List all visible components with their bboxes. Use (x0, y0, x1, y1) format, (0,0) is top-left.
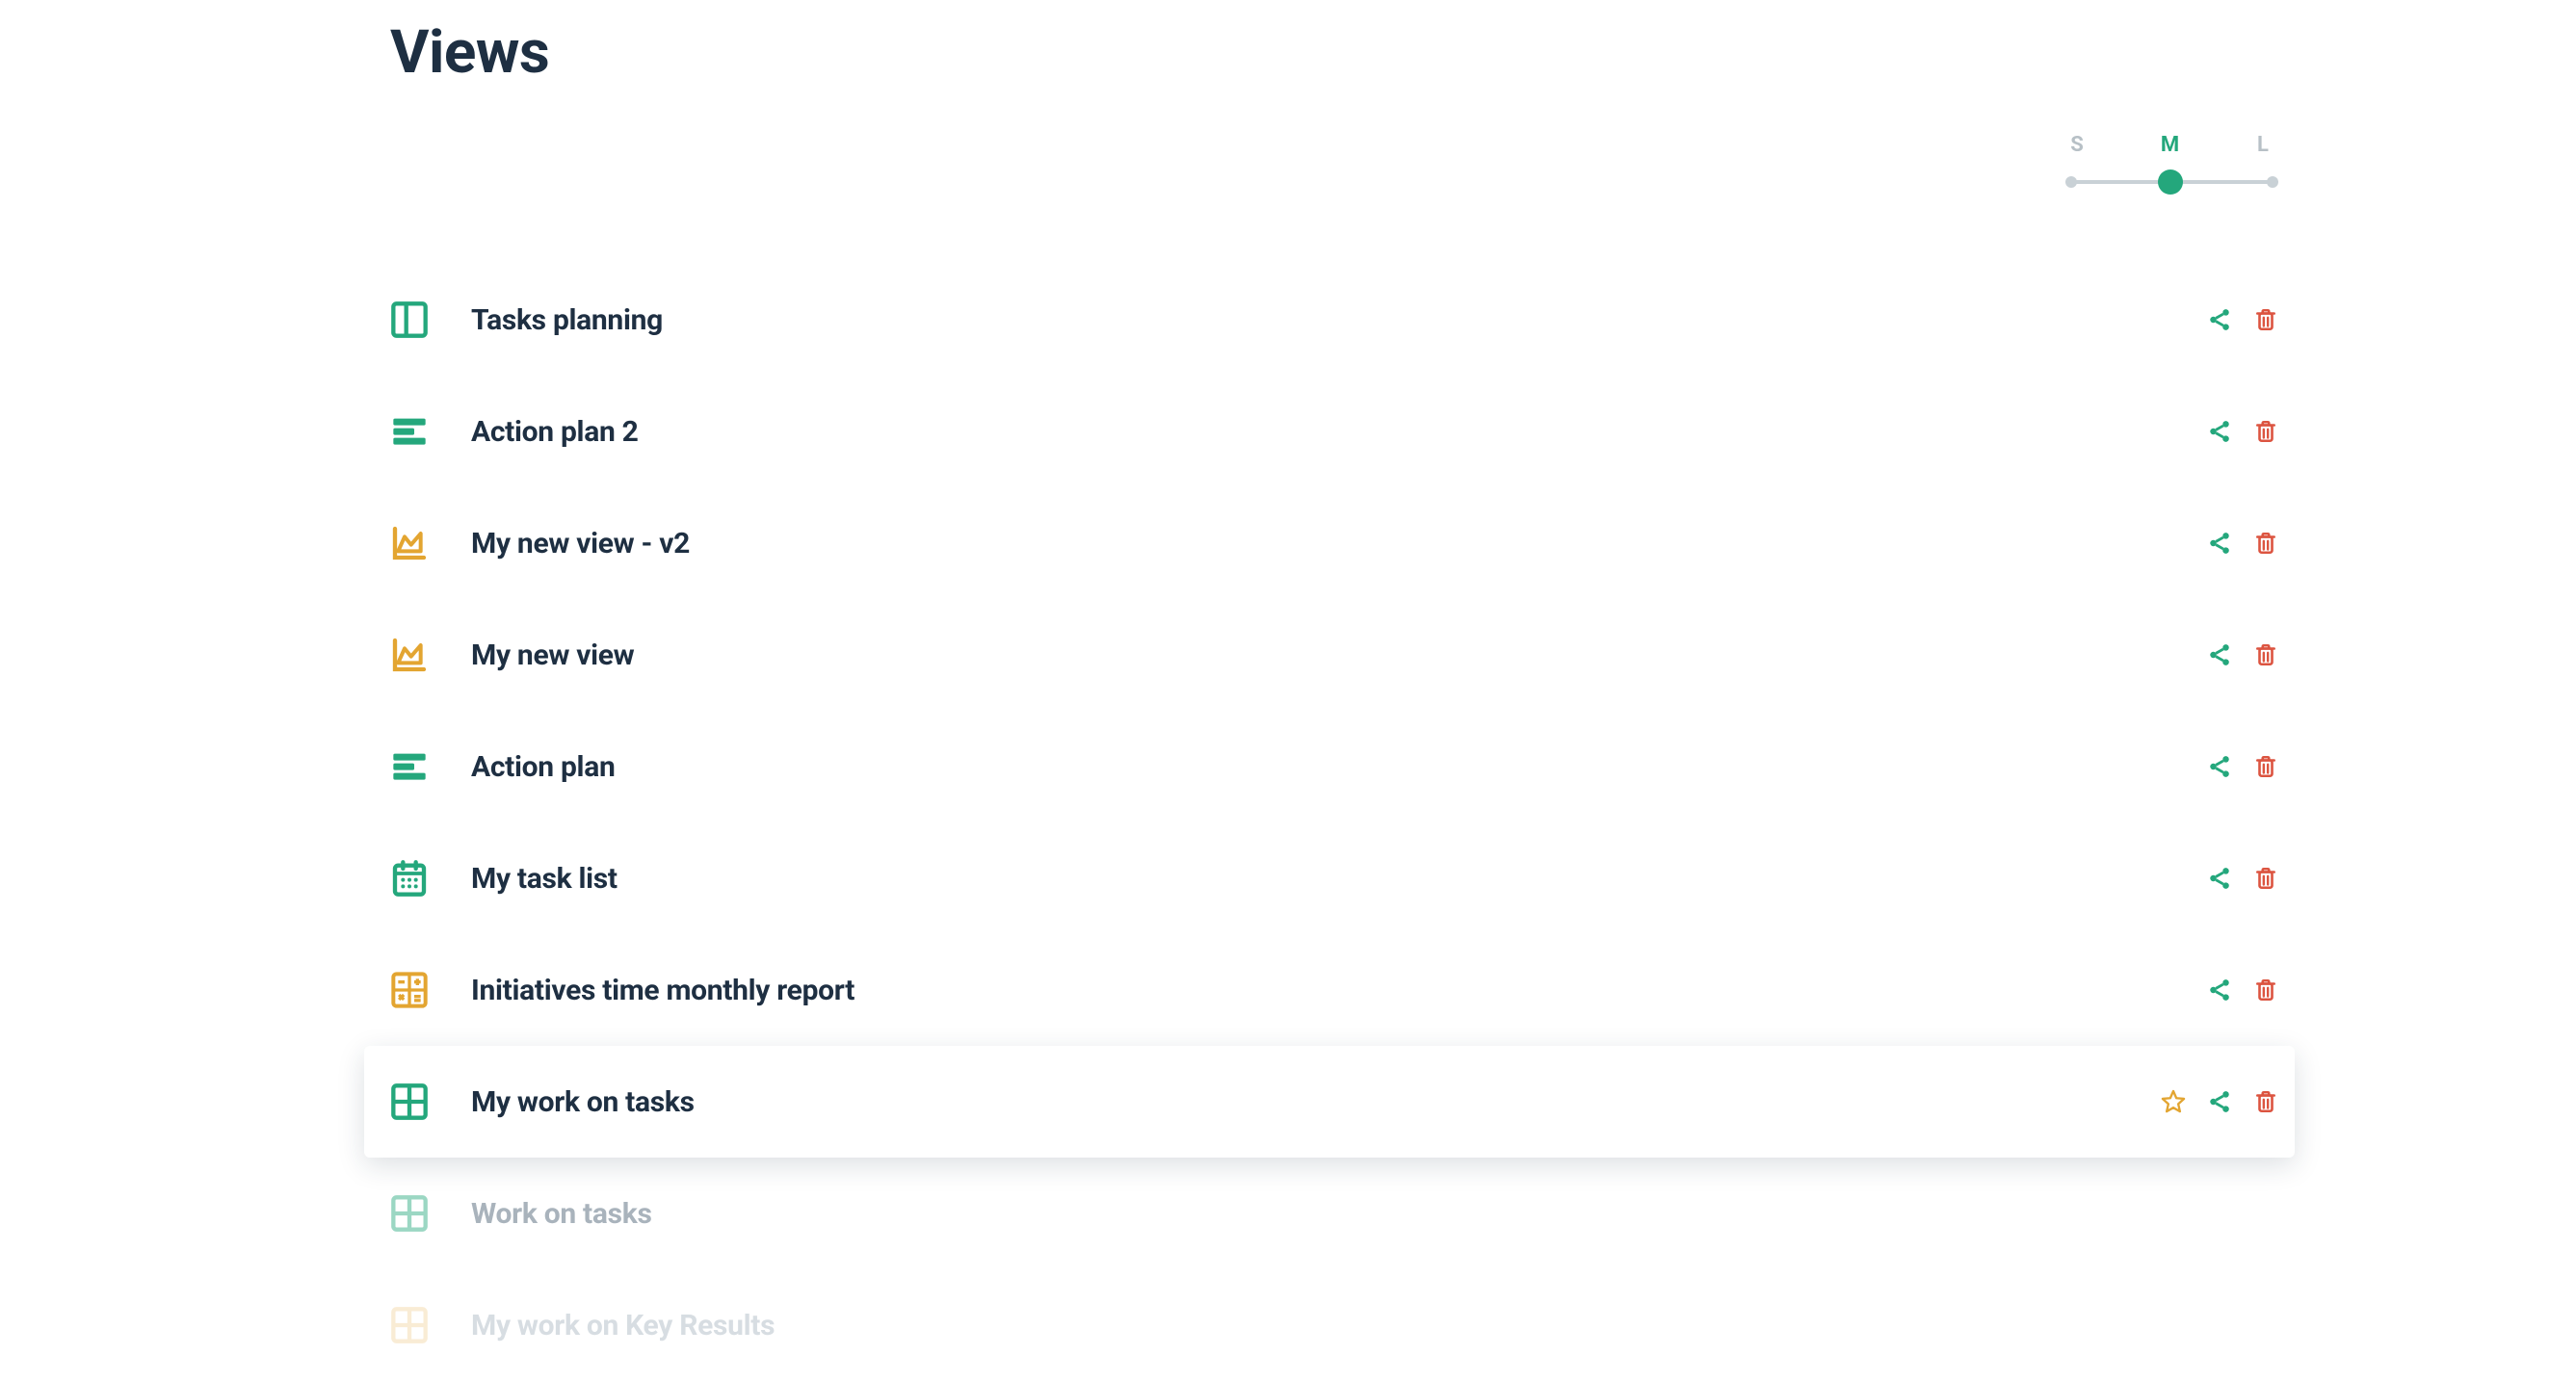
trash-icon[interactable] (2248, 526, 2283, 560)
grid-icon (390, 1306, 429, 1344)
rows-icon (390, 412, 429, 451)
trash-icon[interactable] (2248, 302, 2283, 337)
share-icon[interactable] (2202, 526, 2237, 560)
share-icon[interactable] (2202, 749, 2237, 784)
size-step-l[interactable] (2267, 176, 2278, 188)
calendar-icon (390, 859, 429, 898)
size-l-label[interactable]: L (2251, 133, 2274, 157)
share-icon[interactable] (2202, 302, 2237, 337)
view-row[interactable]: My new view - v2 (364, 487, 2295, 599)
view-row-label: My new view (471, 638, 634, 672)
row-actions (2202, 749, 2283, 784)
view-row-label: Work on tasks (471, 1197, 652, 1231)
share-icon[interactable] (2202, 414, 2237, 449)
size-step-s[interactable] (2065, 176, 2077, 188)
trash-icon[interactable] (2248, 749, 2283, 784)
view-row-label: Tasks planning (471, 303, 663, 337)
grid-icon (390, 1194, 429, 1233)
share-icon[interactable] (2202, 1084, 2237, 1119)
view-row-label: Action plan 2 (471, 415, 639, 449)
trash-icon[interactable] (2248, 861, 2283, 896)
trash-icon[interactable] (2248, 973, 2283, 1007)
view-row-label: My work on tasks (471, 1085, 695, 1119)
view-row[interactable]: Initiatives time monthly report (364, 934, 2295, 1046)
view-row-label: Action plan (471, 750, 615, 784)
row-actions (2202, 638, 2283, 672)
view-row-label: My task list (471, 862, 618, 896)
trash-icon[interactable] (2248, 638, 2283, 672)
grid-icon (390, 1082, 429, 1121)
trash-icon[interactable] (2248, 1084, 2283, 1119)
view-row[interactable]: My task list (364, 822, 2295, 934)
view-row[interactable]: Action plan 2 (364, 376, 2295, 487)
view-row[interactable]: Tasks planning (364, 264, 2295, 376)
view-row[interactable]: Work on tasks (364, 1158, 2295, 1269)
star-icon[interactable] (2156, 1084, 2191, 1119)
share-icon[interactable] (2202, 638, 2237, 672)
rows-icon (390, 747, 429, 786)
area-icon (390, 524, 429, 562)
size-m-label[interactable]: M (2159, 133, 2182, 157)
view-row[interactable]: My work on Key Results (364, 1269, 2295, 1381)
row-actions (2202, 302, 2283, 337)
share-icon[interactable] (2202, 973, 2237, 1007)
calc-icon (390, 971, 429, 1009)
row-actions (2202, 973, 2283, 1007)
row-actions (2202, 526, 2283, 560)
view-row-label: My new view - v2 (471, 527, 690, 560)
trash-icon[interactable] (2248, 414, 2283, 449)
row-actions (2202, 414, 2283, 449)
columns-icon (390, 300, 429, 339)
size-handle[interactable] (2158, 169, 2183, 195)
view-row[interactable]: My new view (364, 599, 2295, 711)
view-row-label: My work on Key Results (471, 1309, 775, 1342)
view-row[interactable]: Action plan (364, 711, 2295, 822)
view-row[interactable]: My work on tasks (364, 1046, 2295, 1158)
view-row-label: Initiatives time monthly report (471, 974, 854, 1007)
row-actions (2202, 861, 2283, 896)
views-list: Tasks planning Action plan 2 My new view -… (364, 264, 2295, 1381)
share-icon[interactable] (2202, 861, 2237, 896)
row-actions (2156, 1084, 2283, 1119)
size-s-label[interactable]: S (2065, 133, 2089, 157)
page-title: Views (390, 17, 2278, 88)
view-size-slider[interactable]: S M L (2062, 133, 2278, 194)
area-icon (390, 636, 429, 674)
